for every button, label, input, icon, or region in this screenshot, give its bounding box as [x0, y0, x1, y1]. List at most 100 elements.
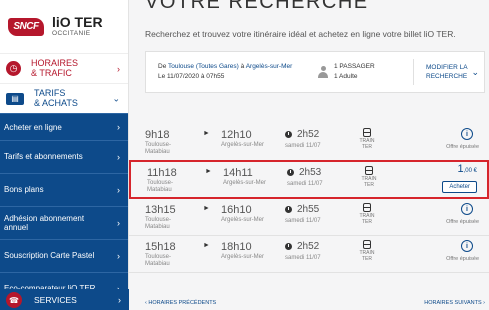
arrow-right-icon: ► — [205, 168, 212, 175]
chevron-right-icon: › — [117, 250, 120, 261]
modify-search-line1: MODIFIER LA — [426, 63, 468, 71]
next-times-label: HORAIRES SUIVANTS — [424, 300, 482, 306]
main-content: VOTRE RECHERCHE Recherchez et trouvez vo… — [129, 0, 489, 310]
departure-station: Toulouse- Matabiau — [145, 217, 176, 231]
chevron-right-icon: › — [117, 184, 120, 195]
departure-station: Toulouse- Matabiau — [147, 180, 177, 194]
transport-mode: TRAIN TER — [358, 213, 376, 225]
clock-icon: ◷ — [6, 61, 21, 76]
sidebar-item-acheter-en-ligne[interactable]: Acheter en ligne › — [0, 113, 128, 140]
chevron-right-icon: › — [481, 300, 485, 306]
previous-times-link[interactable]: ‹ HORAIRES PRÉCÉDENTS — [145, 300, 216, 306]
info-icon[interactable]: i — [461, 128, 473, 140]
duration: 2h52 — [297, 129, 320, 140]
info-icon[interactable]: i — [461, 203, 473, 215]
price-decimal: ,00 € — [463, 168, 477, 174]
sidebar-item-label: Tarifs et abonnements — [4, 152, 83, 162]
arrival-time: 18h10 — [221, 241, 252, 253]
travel-date: samedi 11/07 — [285, 218, 321, 224]
arrival-station: Argelès-sur-Mer — [221, 142, 265, 148]
chevron-right-icon: › — [117, 122, 120, 132]
sidebar-item-bons-plans[interactable]: Bons plans › — [0, 173, 128, 206]
search-summary: De Toulouse (Toutes Gares) à Argelès-sur… — [145, 51, 485, 93]
departure-station-line1: Toulouse- — [147, 180, 174, 186]
transport-mode-line2: TER — [364, 181, 374, 188]
departure-station-line1: Toulouse- — [145, 217, 172, 223]
sidebar-item-label: Bons plans — [4, 185, 44, 195]
logo-title: liO TER — [52, 14, 103, 31]
page-title: VOTRE RECHERCHE — [145, 0, 369, 13]
sncf-logo: SNCF — [8, 17, 44, 36]
route-prefix: De — [158, 62, 168, 70]
departure-station-line1: Toulouse- — [145, 254, 172, 260]
departure-time: 15h18 — [145, 241, 176, 253]
arrival-station: Argelès-sur-Mer — [221, 254, 265, 260]
summary-adult: 1 Adulte — [334, 73, 358, 80]
chevron-right-icon: › — [117, 151, 120, 162]
clock-icon — [285, 131, 292, 138]
logo[interactable]: SNCF liO TER OCCITANIE — [0, 0, 128, 53]
duration: 2h55 — [297, 204, 320, 215]
result-row[interactable]: 9h18 Toulouse- Matabiau ► 12h10 Argelès-s… — [129, 124, 489, 161]
sidebar-item-carte-pastel[interactable]: Souscription Carte Pastel › — [0, 239, 128, 272]
departure-station-line2: Matabiau — [145, 149, 170, 156]
sidebar-item-services[interactable]: ☎ SERVICES › — [0, 289, 129, 310]
sidebar-item-adhesion[interactable]: Adhésion abonnement annuel › — [0, 206, 128, 239]
transport-mode-line2: TER — [362, 218, 372, 225]
person-icon — [318, 66, 328, 78]
ticket-icon: ▤ — [6, 92, 24, 105]
arrival-time: 16h10 — [221, 204, 252, 216]
travel-date: samedi 11/07 — [285, 143, 321, 149]
train-icon — [363, 240, 371, 249]
clock-icon — [285, 206, 292, 213]
clock-icon — [285, 243, 292, 250]
buy-button[interactable]: Acheter — [442, 181, 477, 193]
sidebar-item-label: Acheter en ligne — [4, 122, 62, 132]
departure-station-line1: Toulouse- — [145, 142, 172, 148]
info-icon[interactable]: i — [461, 240, 473, 252]
duration: 2h53 — [299, 167, 322, 178]
results-list: 9h18 Toulouse- Matabiau ► 12h10 Argelès-s… — [129, 124, 489, 273]
status-label: Offre épuisée — [446, 219, 479, 225]
previous-times-label: HORAIRES PRÉCÉDENTS — [148, 300, 217, 306]
duration: 2h52 — [297, 241, 320, 252]
services-icon: ☎ — [6, 292, 22, 308]
modify-search-button[interactable]: MODIFIER LA RECHERCHE ⌄ — [414, 63, 479, 81]
summary-route: De Toulouse (Toutes Gares) à Argelès-sur… — [158, 62, 318, 72]
chevron-right-icon: › — [118, 295, 121, 305]
sidebar: SNCF liO TER OCCITANIE ◷ HORAIRES & TRAF… — [0, 0, 129, 310]
sidebar-item-tarifs-line2: & ACHATS — [34, 97, 78, 108]
departure-station-line2: Matabiau — [145, 224, 170, 231]
result-row-selected[interactable]: 11h18 Toulouse- Matabiau ► 14h11 Argelès-… — [129, 160, 489, 199]
chevron-down-icon: ⌄ — [471, 66, 480, 77]
chevron-right-icon: › — [117, 217, 120, 228]
pagination: ‹ HORAIRES PRÉCÉDENTS HORAIRES SUIVANTS … — [129, 300, 489, 310]
result-row[interactable]: 13h15 Toulouse- Matabiau ► 16h10 Argelès-… — [129, 199, 489, 236]
chevron-down-icon: ⌄ — [112, 93, 120, 103]
departure-time: 13h15 — [145, 204, 176, 216]
page-intro: Recherchez et trouvez votre itinéraire i… — [145, 29, 456, 39]
sidebar-item-tarifs-abonnements[interactable]: Tarifs et abonnements › — [0, 140, 128, 173]
summary-passengers: 1 PASSAGER — [334, 62, 375, 70]
sidebar-item-horaires[interactable]: ◷ HORAIRES & TRAFIC › — [0, 53, 128, 83]
logo-subtitle: OCCITANIE — [52, 30, 91, 38]
route-to: Argelès-sur-Mer — [245, 62, 293, 70]
arrival-station: Argelès-sur-Mer — [223, 180, 267, 186]
sidebar-item-label: SERVICES — [34, 294, 77, 305]
departure-station: Toulouse- Matabiau — [145, 142, 171, 156]
sidebar-item-tarifs[interactable]: ▤ TARIFS & ACHATS ⌄ — [0, 83, 128, 113]
travel-date: samedi 11/07 — [287, 181, 323, 187]
modify-search-line2: RECHERCHE — [426, 73, 468, 80]
train-icon — [363, 128, 371, 137]
arrival-time: 14h11 — [223, 167, 253, 179]
price: 1,00 € — [417, 163, 477, 175]
sidebar-item-label: Adhésion abonnement annuel — [4, 213, 85, 232]
departure-station-line2: Matabiau — [147, 187, 172, 194]
departure-station: Toulouse- Matabiau — [145, 254, 176, 268]
transport-mode: TRAIN TER — [360, 176, 378, 188]
result-row[interactable]: 15h18 Toulouse- Matabiau ► 18h10 Argelès-… — [129, 236, 489, 273]
sidebar-item-horaires-line2: & TRAFIC — [31, 67, 72, 78]
arrow-right-icon: ► — [203, 130, 210, 137]
transport-mode-line2: TER — [362, 255, 372, 262]
next-times-link[interactable]: HORAIRES SUIVANTS › — [424, 300, 485, 306]
